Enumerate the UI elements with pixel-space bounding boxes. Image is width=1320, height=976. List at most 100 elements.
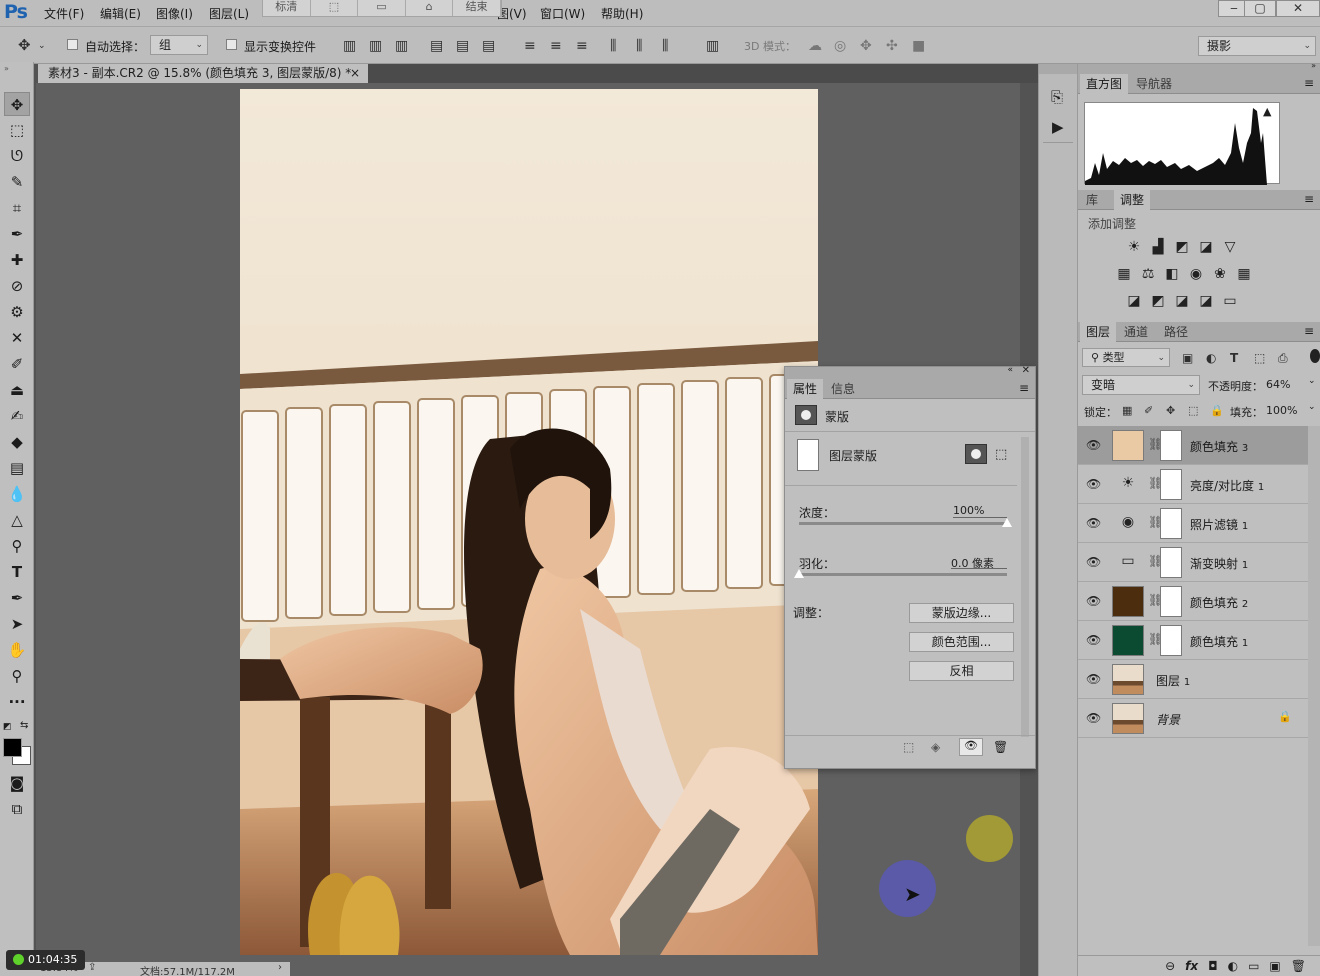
hand-tool-icon[interactable]: ✋ <box>4 638 30 662</box>
zoom-tool-icon[interactable]: ⚲ <box>4 664 30 688</box>
eye-icon[interactable]: 👁 <box>1086 477 1101 491</box>
mask-thumbnail[interactable] <box>1160 430 1182 461</box>
chevron-right-icon[interactable]: › <box>278 962 282 973</box>
tab-navigator[interactable]: 导航器 <box>1130 74 1178 94</box>
adjustment-type-icon[interactable]: ◉ <box>1118 514 1138 530</box>
strip-header[interactable] <box>1039 64 1077 74</box>
exposure-icon[interactable]: ◪ <box>1196 239 1216 255</box>
panel-menu-icon[interactable]: ≡ <box>1304 192 1314 206</box>
healing-brush-tool-icon[interactable]: ✚ <box>4 248 30 272</box>
lasso-tool-icon[interactable]: ᘎ <box>4 144 30 168</box>
vibrance-icon[interactable]: ▽ <box>1220 239 1240 255</box>
distribute-left-icon[interactable]: ⫼ <box>610 39 616 53</box>
close-tab-icon[interactable]: × <box>350 64 360 82</box>
levels-icon[interactable]: ▟ <box>1148 239 1168 255</box>
menu-help[interactable]: 帮助(H) <box>601 5 643 22</box>
panel-menu-icon[interactable]: ≡ <box>1304 76 1314 90</box>
tab-library[interactable]: 库 <box>1080 190 1104 210</box>
mask-thumbnail[interactable] <box>1160 508 1182 539</box>
3d-roll-icon[interactable]: ◎ <box>834 39 846 53</box>
filter-pixel-icon[interactable]: ▣ <box>1182 351 1193 365</box>
lock-position-icon[interactable]: ✥ <box>1166 404 1175 418</box>
brightness-icon[interactable]: ☀ <box>1124 239 1144 255</box>
photo-thumbnail[interactable] <box>1112 703 1144 734</box>
filter-smart-object-icon[interactable]: ⎙ <box>1278 351 1288 365</box>
collapse-icon[interactable]: » <box>4 64 9 73</box>
photo-filter-icon[interactable]: ◉ <box>1186 266 1206 282</box>
layer-filter-dropdown[interactable]: ⚲ 类型 ⌄ <box>1082 348 1170 367</box>
link-layers-icon[interactable]: ⊖ <box>1165 959 1175 973</box>
new-layer-icon[interactable]: ▣ <box>1269 959 1280 973</box>
distribute-right-icon[interactable]: ⫼ <box>662 39 668 53</box>
auto-select-checkbox[interactable] <box>67 39 78 50</box>
align-top-icon[interactable]: ▥ <box>343 39 356 53</box>
align-vcenter-icon[interactable]: ▥ <box>369 39 382 53</box>
filter-shape-icon[interactable]: ⬚ <box>1254 351 1265 365</box>
home-icon[interactable]: ⌂ <box>406 0 454 16</box>
content-aware-tool-icon[interactable]: ⚙ <box>4 300 30 324</box>
3d-orbit-icon[interactable]: ☁ <box>808 39 822 53</box>
layer-row[interactable]: 👁 ⛓ 颜色填充 1 <box>1078 621 1308 660</box>
load-selection-icon[interactable]: ⬚ <box>903 740 914 754</box>
new-group-icon[interactable]: ▭ <box>1248 959 1259 973</box>
move-tool-icon[interactable]: ✥ <box>4 92 30 116</box>
channel-mixer-icon[interactable]: ❀ <box>1210 266 1230 282</box>
collapse-panel-icon[interactable]: « <box>1007 365 1013 375</box>
lock-pixels-icon[interactable]: ✐ <box>1144 404 1153 418</box>
eye-icon[interactable]: 👁 <box>1086 438 1101 452</box>
eye-icon[interactable]: 👁 <box>1086 516 1101 530</box>
filter-type-icon[interactable]: T <box>1230 351 1238 365</box>
layer-row[interactable]: 👁 ⛓ 颜色填充 3 <box>1078 426 1308 465</box>
default-colors-icon[interactable]: ◩ <box>3 722 12 732</box>
mask-edge-button[interactable]: 蒙版边缘... <box>909 603 1014 623</box>
black-white-icon[interactable]: ◧ <box>1162 266 1182 282</box>
density-slider-handle[interactable] <box>1002 518 1012 527</box>
delete-layer-icon[interactable]: 🗑 <box>1291 959 1306 973</box>
invert-button[interactable]: 反相 <box>909 661 1014 681</box>
panel-drag-bar[interactable]: « ✕ <box>785 365 1035 379</box>
brush-tool-icon[interactable]: ✐ <box>4 352 30 376</box>
workspace-dropdown[interactable]: 摄影 ⌄ <box>1198 36 1316 56</box>
distribute-bottom-icon[interactable]: ≡ <box>576 39 588 53</box>
delete-mask-icon[interactable]: 🗑 <box>993 740 1008 754</box>
new-adjustment-icon[interactable]: ◐ <box>1228 959 1238 973</box>
menu-layer[interactable]: 图层(L) <box>209 5 249 22</box>
layer-row[interactable]: 👁 图层 1 <box>1078 660 1308 699</box>
tab-histogram[interactable]: 直方图 <box>1080 74 1129 94</box>
document-tab[interactable]: 素材3 - 副本.CR2 @ 15.8% (颜色填充 3, 图层蒙版/8) * … <box>38 64 368 83</box>
quality-button[interactable]: 标清 <box>263 0 311 16</box>
3d-scale-icon[interactable]: ■ <box>912 39 925 53</box>
history-brush-tool-icon[interactable]: ✍ <box>4 404 30 428</box>
add-vector-mask-icon[interactable]: ⬚ <box>995 447 1007 462</box>
distribute-hcenter-icon[interactable]: ⫼ <box>636 39 642 53</box>
align-left-icon[interactable]: ▤ <box>430 39 443 53</box>
hue-saturation-icon[interactable]: ▦ <box>1114 266 1134 282</box>
filter-adjustment-icon[interactable]: ◐ <box>1206 351 1216 365</box>
content-move-tool-icon[interactable]: ✕ <box>4 326 30 350</box>
select-pixel-mask-icon[interactable] <box>965 444 987 464</box>
mask-thumbnail[interactable] <box>1160 547 1182 578</box>
chevron-down-icon[interactable]: ⌄ <box>1308 376 1316 386</box>
crop-tool-icon[interactable]: ⌗ <box>4 196 30 220</box>
mask-thumbnail[interactable] <box>1160 469 1182 500</box>
eyedropper-tool-icon[interactable]: ✒ <box>4 222 30 246</box>
3d-slide-icon[interactable]: ✣ <box>886 39 898 53</box>
layer-row[interactable]: 👁 ▭ ⛓ 渐变映射 1 <box>1078 543 1308 582</box>
distribute-top-icon[interactable]: ≡ <box>524 39 536 53</box>
adjustment-type-icon[interactable]: ▭ <box>1118 553 1138 569</box>
adjustment-type-icon[interactable]: ☀ <box>1118 475 1138 491</box>
eye-icon[interactable]: 👁 <box>1086 711 1101 725</box>
gradient-tool-icon[interactable]: ▤ <box>4 456 30 480</box>
marquee-tool-icon[interactable]: ⬚ <box>4 118 30 142</box>
align-bottom-icon[interactable]: ▥ <box>395 39 408 53</box>
properties-scrollbar[interactable] <box>1021 437 1029 737</box>
region-select-icon[interactable]: ⬚ <box>311 0 359 16</box>
eye-icon[interactable]: 👁 <box>1086 594 1101 608</box>
maximize-button[interactable]: ▢ <box>1244 0 1276 17</box>
foreground-color-swatch[interactable] <box>3 738 22 757</box>
panel-menu-icon[interactable]: ≡ <box>1304 324 1314 338</box>
add-mask-icon[interactable]: ◘ <box>1208 959 1218 973</box>
color-lookup-icon[interactable]: ▦ <box>1234 266 1254 282</box>
invert-icon[interactable]: ◪ <box>1124 293 1144 309</box>
filter-toggle-icon[interactable] <box>1310 349 1320 363</box>
